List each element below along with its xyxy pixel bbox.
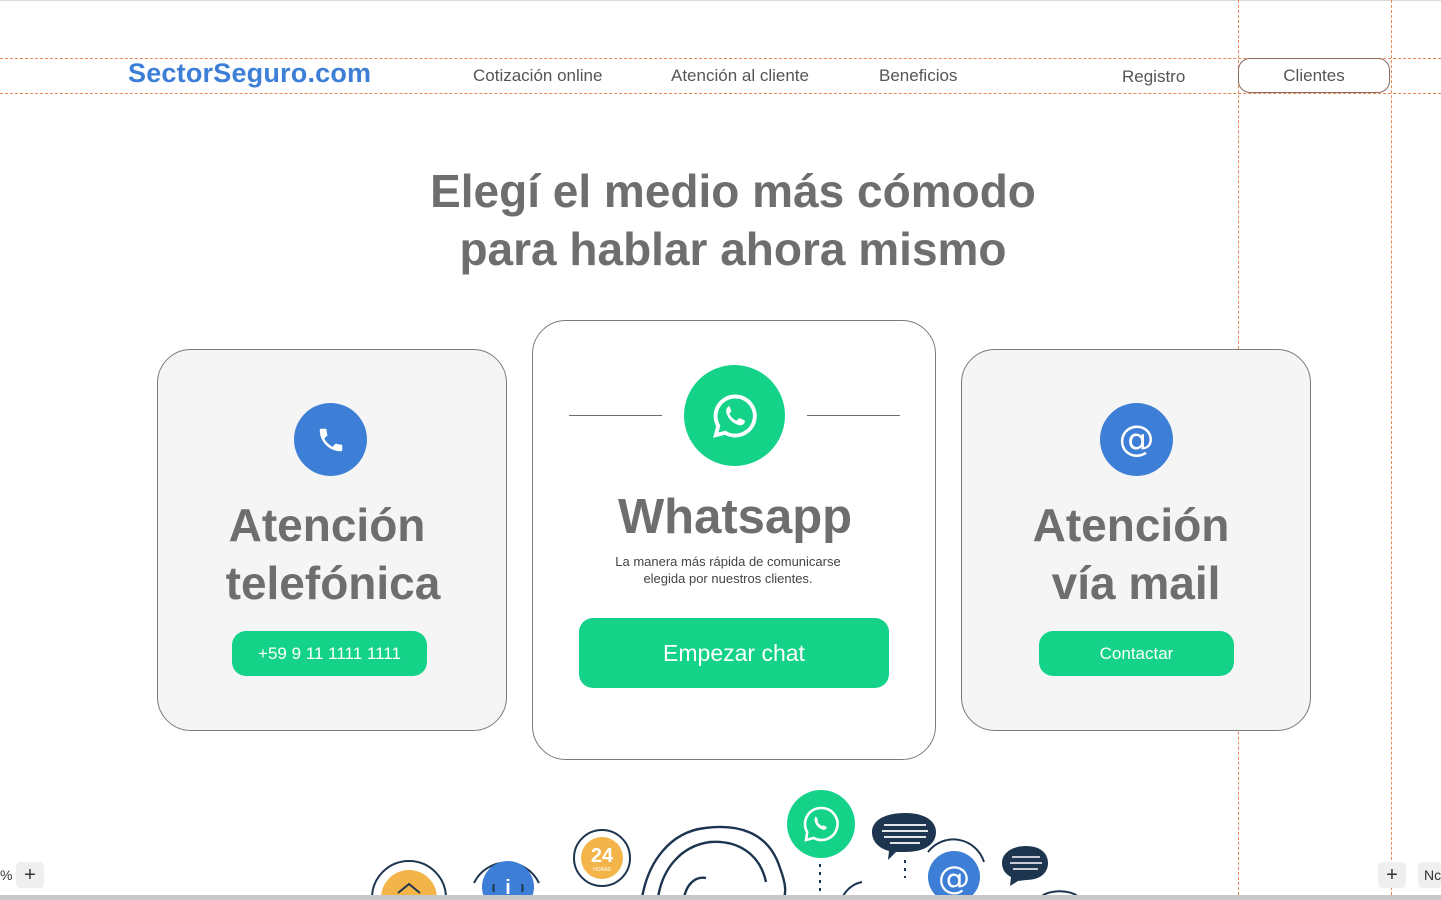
whatsapp-card: Whatsapp La manera más rápida de comunic… — [532, 320, 936, 760]
phone-card-title-line-2: telefónica — [225, 557, 441, 609]
home-icon — [371, 860, 447, 898]
canvas-top-edge — [0, 0, 1441, 1]
contact-channels-illustration: i 24 HORAS @ — [371, 790, 1081, 898]
whatsapp-icon — [684, 365, 785, 466]
nav-link-benefits[interactable]: Beneficios — [879, 66, 957, 86]
guide-line-horizontal-bottom — [0, 93, 1441, 94]
svg-text:@: @ — [938, 859, 970, 897]
whatsapp-subtitle-line-1: La manera más rápida de comunicarse — [615, 554, 841, 569]
person-outline — [640, 825, 787, 898]
zoom-in-button-right[interactable]: + — [1378, 862, 1406, 888]
phone-support-card: Atención telefónica +59 9 11 1111 1111 — [157, 349, 507, 731]
nav-link-quote[interactable]: Cotización online — [473, 66, 602, 86]
phone-number-button[interactable]: +59 9 11 1111 1111 — [232, 631, 427, 676]
whatsapp-card-title: Whatsapp — [617, 490, 853, 544]
right-panel-label[interactable]: Nc — [1418, 862, 1441, 888]
info-icon: i — [473, 861, 540, 898]
mail-card-title-line-1: Atención — [1032, 499, 1230, 551]
start-chat-button[interactable]: Empezar chat — [579, 618, 889, 688]
headline-line-1: Elegí el medio más cómodo — [430, 165, 1036, 217]
nav-link-customer-service[interactable]: Atención al cliente — [671, 66, 809, 86]
badge-number: 24 — [591, 845, 614, 867]
site-logo[interactable]: SectorSeguro.com — [128, 58, 371, 89]
zoom-in-button-left[interactable]: + — [16, 862, 44, 888]
headline-line-2: para hablar ahora mismo — [459, 223, 1007, 275]
at-icon: @ — [1100, 403, 1173, 476]
badge-label: HORAS — [593, 867, 611, 873]
register-link[interactable]: Registro — [1122, 67, 1185, 87]
phone-icon — [294, 403, 367, 476]
guide-line-vertical-right — [1391, 0, 1392, 895]
email-at-icon: @ — [927, 838, 985, 898]
divider-right — [807, 415, 900, 416]
zoom-percent-label: % — [0, 867, 13, 883]
chat-bubble-icon — [872, 813, 936, 878]
whatsapp-subtitle-line-2: elegida por nuestros clientes. — [643, 571, 813, 586]
24-hours-icon: 24 HORAS — [573, 829, 631, 887]
mail-card-title-line-2: vía mail — [1051, 557, 1221, 609]
phone-card-title-line-1: Atención — [228, 499, 426, 551]
divider-left — [569, 415, 662, 416]
clients-button[interactable]: Clientes — [1238, 58, 1390, 93]
contact-button[interactable]: Contactar — [1039, 631, 1234, 676]
canvas-bottom-scrollbar[interactable] — [0, 895, 1441, 900]
small-chat-bubble-icon — [1002, 846, 1048, 886]
page-headline: Elegí el medio más cómodo para hablar ah… — [0, 162, 1441, 278]
mail-support-card: @ Atención vía mail Contactar — [961, 349, 1311, 731]
whatsapp-bubble-icon — [787, 790, 855, 898]
